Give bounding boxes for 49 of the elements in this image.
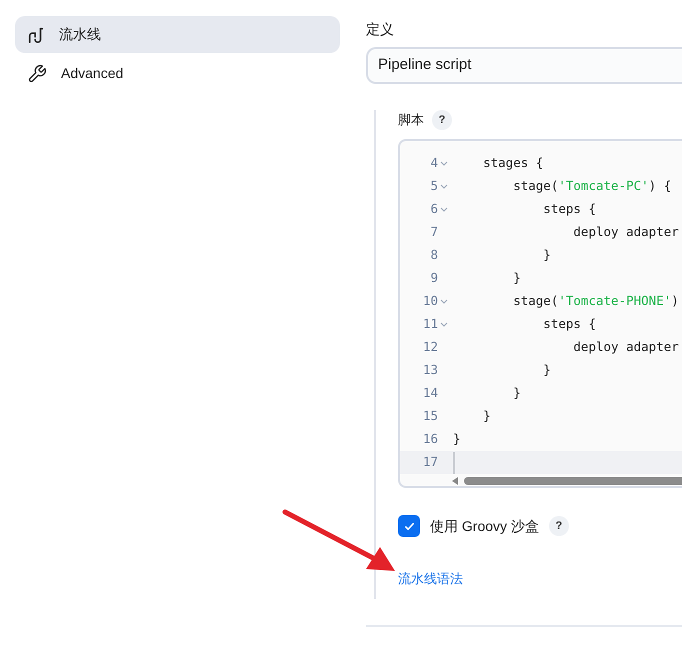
line-number: 16 <box>422 430 438 448</box>
wrench-icon <box>27 64 47 84</box>
code-line: steps { <box>542 200 596 218</box>
code-line: } <box>453 430 461 448</box>
code-line: } <box>512 384 521 402</box>
line-number: 8 <box>430 246 438 264</box>
code-line: } <box>542 246 551 264</box>
line-number: 11 <box>422 315 438 334</box>
code-line: deploy adapter <box>572 223 679 242</box>
fold-icon[interactable] <box>440 322 448 327</box>
line-number: 4 <box>430 154 438 172</box>
code-editor[interactable]: 4 stages { 5 stage('Tomcate-PC') { 6 steps { 7 deploy adapter 8 } 9 } 10 stage('Tomcate-PHONE') 11 steps { 12 deploy adapter 13 } 14 } 15 } 16 } 17 <box>398 139 682 488</box>
sidebar-item[interactable]: 流水线 <box>15 16 340 53</box>
code-line: } <box>512 269 521 288</box>
code-line: deploy adapter <box>572 338 679 356</box>
horizontal-scrollbar[interactable] <box>464 477 682 485</box>
code-line: } <box>482 407 491 426</box>
line-number: 5 <box>430 177 438 196</box>
fold-icon[interactable] <box>440 184 448 189</box>
pipeline-icon <box>27 26 45 44</box>
line-number: 17 <box>422 453 438 472</box>
line-number: 10 <box>422 292 438 310</box>
definition-select[interactable]: Pipeline script <box>366 47 682 84</box>
code-line: stages { <box>482 154 544 172</box>
line-number: 13 <box>422 361 438 380</box>
sidebar-item[interactable]: Advanced <box>15 55 340 92</box>
line-number: 12 <box>422 338 438 356</box>
field-label: 定义 <box>366 20 395 38</box>
help-button[interactable]: ? <box>432 110 452 130</box>
sandbox-checkbox[interactable] <box>398 515 420 537</box>
line-number: 9 <box>430 269 438 288</box>
check-icon <box>404 520 414 532</box>
checkbox-label: 使用 Groovy 沙盒 <box>430 516 539 536</box>
fold-icon[interactable] <box>440 161 448 166</box>
code-line: stage('Tomcate-PC') { <box>512 177 672 196</box>
line-number: 14 <box>422 384 438 402</box>
text-cursor <box>453 452 455 474</box>
line-number: 15 <box>422 407 438 426</box>
help-button[interactable]: ? <box>548 516 569 536</box>
field-label: 脚本 <box>398 111 424 130</box>
syntax-link[interactable]: 流水线语法 <box>398 571 463 586</box>
fold-icon[interactable] <box>440 207 448 212</box>
code-line: } <box>542 361 551 380</box>
scroll-left-icon[interactable] <box>452 477 458 485</box>
code-line: stage('Tomcate-PHONE') <box>512 292 679 310</box>
line-number: 7 <box>430 223 438 242</box>
fold-icon[interactable] <box>440 299 448 304</box>
code-line: steps { <box>542 315 596 334</box>
line-number: 6 <box>430 200 438 218</box>
